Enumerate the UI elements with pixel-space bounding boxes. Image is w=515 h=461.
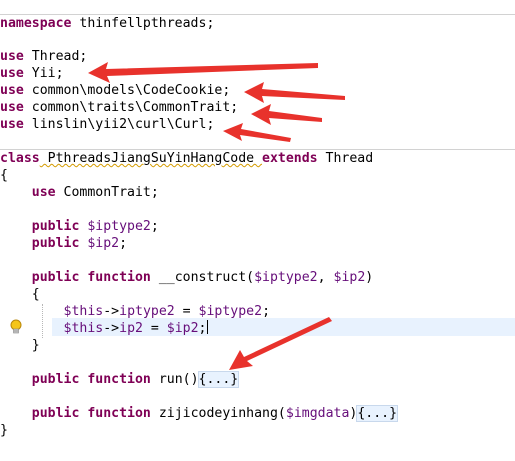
code-editor[interactable]: { "editor": { "lines": [ [{"t":"namespac… — [0, 0, 515, 461]
arrow-1 — [88, 62, 318, 83]
annotation-arrows — [88, 62, 345, 370]
arrow-5 — [229, 317, 332, 370]
arrow-3 — [251, 104, 322, 125]
arrow-4 — [223, 123, 291, 142]
arrow-2 — [244, 82, 345, 103]
